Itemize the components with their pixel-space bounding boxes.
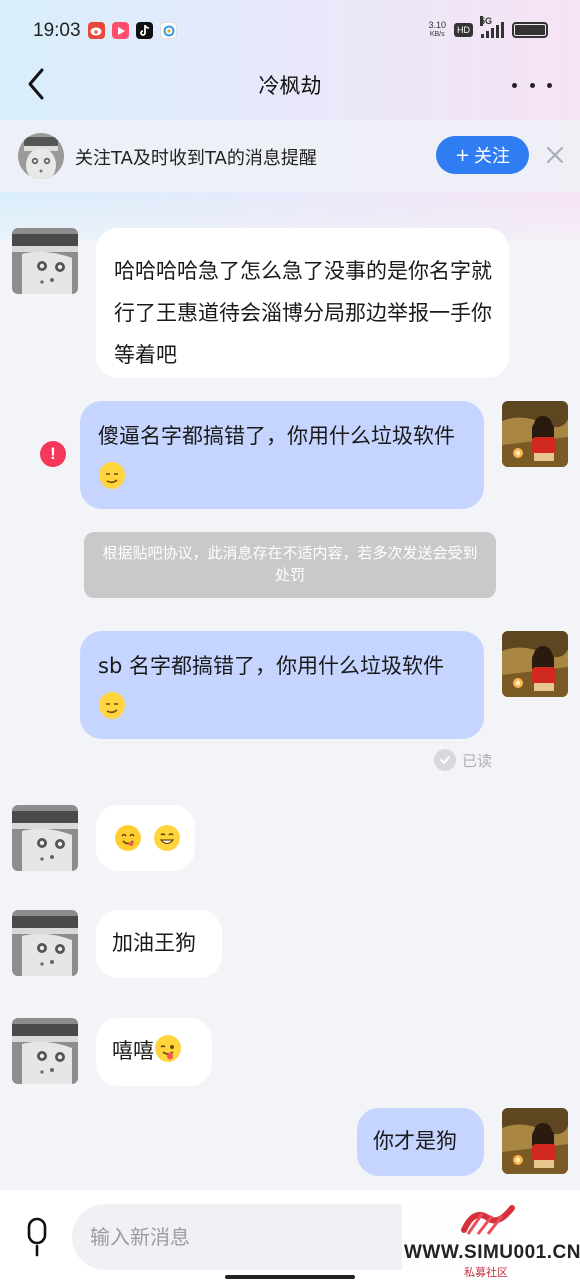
- read-receipt: 已读: [434, 749, 492, 771]
- follow-button-label: 关注: [474, 146, 511, 167]
- smirk-emoji-icon: [99, 692, 125, 719]
- message-text: 你才是狗: [373, 1129, 457, 1153]
- crayon-avatar-image: [502, 401, 568, 467]
- send-failed-icon[interactable]: !: [40, 441, 66, 467]
- message-bubble[interactable]: 傻逼名字都搞错了，你用什么垃圾软件: [80, 401, 484, 509]
- my-avatar[interactable]: [502, 631, 568, 697]
- tongue-out-emoji-icon: [155, 1035, 181, 1062]
- hd-badge: HD: [454, 23, 473, 37]
- pain-avatar-image: [12, 228, 78, 294]
- watermark-subtitle: 私募社区: [464, 1266, 508, 1279]
- signal-icon: 5G: [480, 16, 504, 38]
- pain-avatar-image: [12, 805, 78, 871]
- smirk-emoji-icon: [99, 462, 125, 489]
- home-indicator: [225, 1275, 355, 1279]
- crayon-avatar-image: [502, 1108, 568, 1174]
- close-banner-button[interactable]: [544, 144, 566, 166]
- watermark-url: WWW.SIMU001.CN: [404, 1242, 580, 1263]
- avatar[interactable]: [12, 910, 78, 976]
- message-text: 傻逼名字都搞错了，你用什么垃圾软件: [98, 424, 455, 448]
- simu-logo-icon: [461, 1205, 515, 1235]
- message-text: 加油王狗: [112, 931, 196, 955]
- avatar[interactable]: [12, 1018, 78, 1084]
- plus-icon: +: [454, 144, 471, 166]
- more-dots-icon: [512, 82, 517, 88]
- system-notice-text: 根据贴吧协议，此消息存在不适内容，若多次发送会受到处罚: [102, 544, 478, 584]
- message-text-wrap: 嘻嘻: [112, 1030, 212, 1072]
- message-text: sb 名字都搞错了，你用什么垃圾软件: [98, 654, 444, 678]
- status-bar: 19:03 3.10 KB/s HD 5G: [0, 0, 580, 62]
- status-time: 19:03: [33, 20, 81, 41]
- message-bubble[interactable]: [96, 805, 195, 871]
- crayon-avatar-image: [502, 631, 568, 697]
- browser-icon: [160, 22, 177, 39]
- page-title: 冷枫劫: [258, 74, 322, 98]
- pain-avatar-image: [12, 910, 78, 976]
- network-speed-value: 3.10: [428, 20, 446, 30]
- tiktok-icon: [136, 22, 153, 39]
- my-avatar[interactable]: [502, 1108, 568, 1174]
- follow-button[interactable]: + 关注: [436, 136, 529, 174]
- message-text: 哈哈哈哈急了怎么急了没事的是你名字就行了王惠道待会淄博分局那边举报一手你等着吧: [114, 259, 492, 367]
- message-bubble[interactable]: 哈哈哈哈急了怎么急了没事的是你名字就行了王惠道待会淄博分局那边举报一手你等着吧: [96, 228, 509, 378]
- avatar[interactable]: [12, 805, 78, 871]
- message-bubble[interactable]: 你才是狗: [357, 1108, 484, 1176]
- follow-prompt-text: 关注TA及时收到TA的消息提醒: [75, 148, 317, 169]
- network-speed: 3.10 KB/s: [428, 21, 446, 39]
- more-button[interactable]: [512, 70, 552, 100]
- follow-banner: 关注TA及时收到TA的消息提醒 + 关注: [0, 120, 580, 192]
- yum-emoji-icon: [115, 825, 141, 851]
- microphone-icon: [27, 1217, 47, 1257]
- video-app-icon: [112, 22, 129, 39]
- close-icon: [547, 147, 563, 163]
- pain-avatar-image: [12, 1018, 78, 1084]
- message-text-wrap: sb 名字都搞错了，你用什么垃圾软件: [98, 645, 468, 729]
- notification-icons: [88, 22, 177, 39]
- grin-emoji-icon: [153, 825, 180, 851]
- battery-icon: [512, 22, 548, 38]
- avatar[interactable]: [12, 228, 78, 294]
- signal-label: 5G: [480, 16, 493, 26]
- read-label: 已读: [462, 751, 493, 770]
- message-bubble[interactable]: 加油王狗: [96, 910, 222, 978]
- weibo-icon: [88, 22, 105, 39]
- my-avatar[interactable]: [502, 401, 568, 467]
- more-dot: [547, 82, 552, 88]
- avatar[interactable]: [18, 133, 64, 179]
- more-dot: [529, 82, 535, 88]
- message-bubble[interactable]: sb 名字都搞错了，你用什么垃圾软件: [80, 631, 484, 739]
- voice-button[interactable]: [20, 1216, 54, 1258]
- message-text: 嘻嘻: [112, 1039, 154, 1063]
- check-icon: [434, 749, 456, 771]
- status-indicators: 3.10 KB/s HD 5G: [428, 16, 548, 39]
- message-bubble[interactable]: 嘻嘻: [96, 1018, 212, 1086]
- system-notice: 根据贴吧协议，此消息存在不适内容，若多次发送会受到处罚: [84, 532, 496, 598]
- message-text-wrap: 傻逼名字都搞错了，你用什么垃圾软件: [98, 415, 468, 499]
- watermark: WWW.SIMU001.CN 私募社区: [402, 1200, 580, 1282]
- network-speed-unit: KB/s: [429, 31, 445, 38]
